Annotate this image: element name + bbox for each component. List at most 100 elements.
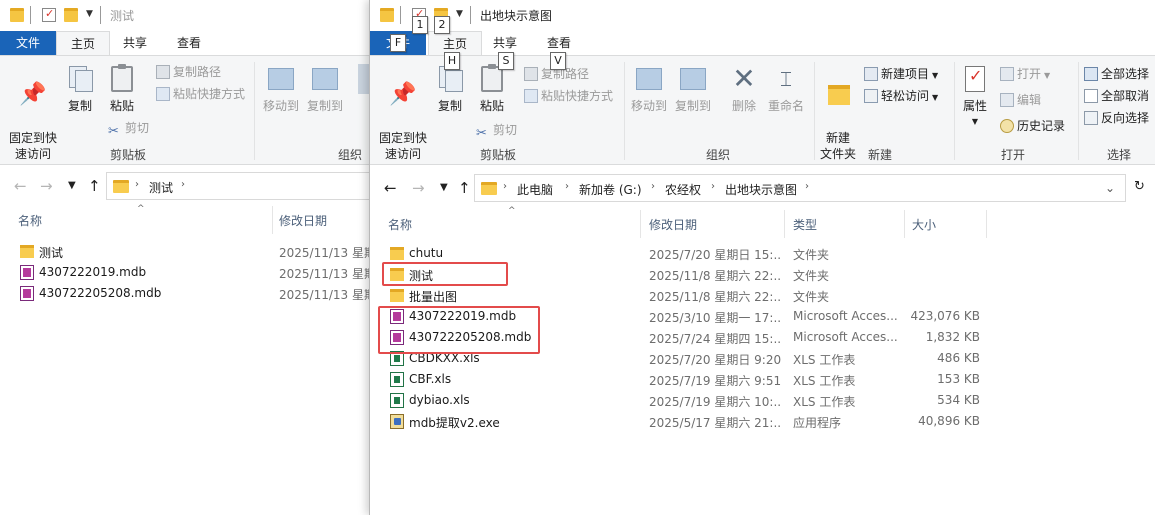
column-header-size[interactable]: 大小 (912, 216, 936, 233)
forward-button[interactable]: → (40, 177, 53, 195)
paste-button[interactable]: 粘贴 (104, 64, 140, 114)
new-folder-icon[interactable] (64, 8, 78, 22)
properties-icon[interactable] (42, 7, 56, 22)
copy-path-button[interactable]: 复制路径 (156, 62, 221, 82)
copy-to-button[interactable]: 复制到 (672, 64, 714, 114)
easy-access-button[interactable]: 轻松访问 ▼ (864, 86, 938, 106)
recent-locations-chevron-icon[interactable]: ▼ (440, 182, 448, 193)
select-none-button[interactable]: 全部取消 (1084, 86, 1149, 106)
list-item[interactable]: 4307222019.mdb 2025/11/13 星期 (0, 262, 371, 283)
address-bar[interactable]: › 测试 › (106, 172, 371, 200)
paste-icon (107, 64, 137, 94)
cut-label: 剪切 (493, 123, 518, 137)
history-button[interactable]: 历史记录 (1000, 116, 1065, 136)
column-divider[interactable] (784, 210, 785, 238)
file-type: 文件夹 (793, 290, 830, 304)
list-item[interactable]: dybiao.xls 2025/7/19 星期六 10:... XLS 工作表 534… (370, 390, 1155, 411)
list-item[interactable]: 430722205208.mdb 2025/11/13 星期 (0, 283, 371, 304)
breadcrumb-chevron-icon[interactable]: › (181, 179, 185, 190)
list-item[interactable]: 批量出图 2025/11/8 星期六 22:... 文件夹 (370, 285, 1155, 306)
cut-button[interactable]: ✂ 剪切 (108, 118, 149, 139)
breadcrumb-item[interactable]: 此电脑 (517, 181, 553, 198)
paste-shortcut-button[interactable]: 粘贴快捷方式 (156, 84, 245, 104)
refresh-button[interactable]: ↻ (1134, 179, 1145, 194)
title-bar: ▼ 出地块示意图 (370, 0, 1155, 30)
list-item[interactable]: 4307222019.mdb 2025/3/10 星期一 17:... Micros… (370, 306, 1155, 327)
file-type: 文件夹 (793, 269, 830, 283)
folder-icon (10, 8, 24, 22)
column-divider[interactable] (272, 206, 273, 234)
group-divider (624, 62, 625, 160)
open-button[interactable]: 打开 ▼ (1000, 64, 1050, 84)
breadcrumb-chevron-icon[interactable]: › (805, 181, 809, 192)
cut-button[interactable]: ✂ 剪切 (476, 120, 518, 141)
file-name: CBDKXX.xls (409, 351, 480, 365)
list-item[interactable]: CBF.xls 2025/7/19 星期六 9:51 XLS 工作表 153 KB (370, 369, 1155, 390)
copy-button[interactable]: 复制 (432, 64, 468, 114)
move-to-label: 移动到 (262, 99, 299, 113)
file-name: mdb提取v2.exe (409, 416, 500, 430)
breadcrumb-item[interactable]: 新加卷 (G:) (579, 181, 642, 198)
properties-button[interactable]: 属性 ▼ (958, 64, 992, 130)
address-bar[interactable]: › 此电脑 › 新加卷 (G:) › 农经权 › 出地块示意图 › ⌄ (474, 174, 1126, 202)
file-modified-date: 2025/7/19 星期六 10:... (649, 395, 781, 409)
qat-dropdown-icon[interactable]: ▼ (86, 9, 93, 19)
breadcrumb-item[interactable]: 出地块示意图 (725, 181, 797, 198)
select-all-button[interactable]: 全部选择 (1084, 64, 1149, 84)
column-divider[interactable] (904, 210, 905, 238)
list-item[interactable]: 测试 2025/11/8 星期六 22:... 文件夹 (370, 264, 1155, 285)
tab-view[interactable]: 查看 (162, 31, 216, 55)
column-divider[interactable] (640, 210, 641, 238)
file-modified-date: 2025/3/10 星期一 17:... (649, 311, 781, 325)
edit-button[interactable]: 编辑 (1000, 90, 1041, 110)
move-to-button[interactable]: 移动到 (628, 64, 670, 114)
tab-file[interactable]: 文件 (0, 31, 56, 55)
list-item[interactable]: 430722205208.mdb 2025/7/24 星期四 15:... Micr… (370, 327, 1155, 348)
breadcrumb-item[interactable]: 农经权 (665, 181, 701, 198)
breadcrumb-chevron-icon[interactable]: › (503, 181, 507, 192)
column-header-name[interactable]: 名称 (18, 212, 42, 229)
breadcrumb-chevron-icon[interactable]: › (135, 179, 139, 190)
new-folder-button[interactable]: 新建 文件夹 (816, 64, 860, 162)
back-button[interactable]: ← (14, 177, 27, 195)
breadcrumb-item[interactable]: 测试 (149, 179, 173, 196)
breadcrumb-chevron-icon[interactable]: › (565, 181, 569, 192)
column-header-name[interactable]: 名称 (388, 216, 412, 233)
list-item[interactable]: chutu 2025/7/20 星期日 15:... 文件夹 (370, 243, 1155, 264)
address-dropdown-chevron-icon[interactable]: ⌄ (1105, 181, 1115, 195)
qat-dropdown-icon[interactable]: ▼ (456, 9, 463, 19)
back-button[interactable]: ← (384, 179, 397, 197)
copy-path-icon (524, 67, 538, 81)
column-header-date[interactable]: 修改日期 (649, 216, 697, 233)
list-item[interactable]: mdb提取v2.exe 2025/5/17 星期六 21:... 应用程序 40,89… (370, 411, 1155, 432)
pin-quick-access-button[interactable]: 📌 固定到快 速访问 (376, 64, 430, 162)
tab-share[interactable]: 共享 (108, 31, 162, 55)
forward-button[interactable]: → (412, 179, 425, 197)
move-to-button[interactable]: 移动到 (260, 64, 302, 114)
breadcrumb-chevron-icon[interactable]: › (651, 181, 655, 192)
list-item[interactable]: CBDKXX.xls 2025/7/20 星期日 9:20 XLS 工作表 486 K… (370, 348, 1155, 369)
edit-label: 编辑 (1017, 93, 1042, 107)
up-button[interactable]: ↑ (458, 179, 471, 197)
tab-home[interactable]: 主页 (56, 31, 110, 56)
column-header-date[interactable]: 修改日期 (279, 212, 327, 229)
column-header-type[interactable]: 类型 (793, 216, 817, 233)
file-name: 批量出图 (409, 290, 458, 304)
new-item-button[interactable]: 新建项目 ▼ (864, 64, 938, 84)
copy-to-button[interactable]: 复制到 (304, 64, 346, 114)
rename-button[interactable]: ⌶ 重命名 (764, 64, 808, 114)
recent-locations-chevron-icon[interactable]: ▼ (68, 180, 76, 191)
column-divider[interactable] (986, 210, 987, 238)
breadcrumb-chevron-icon[interactable]: › (711, 181, 715, 192)
file-type: Microsoft Acces... (793, 330, 898, 344)
delete-button[interactable]: ✕ 删除 (724, 64, 764, 114)
edit-icon (1000, 93, 1014, 107)
paste-shortcut-button[interactable]: 粘贴快捷方式 (524, 86, 613, 106)
up-button[interactable]: ↑ (88, 177, 101, 195)
paste-button[interactable]: 粘贴 (474, 64, 510, 114)
copy-button[interactable]: 复制 (62, 64, 98, 114)
pin-quick-access-button[interactable]: 📌 固定到快 速访问 (6, 64, 60, 162)
list-item[interactable]: 测试 2025/11/13 星期 (0, 241, 371, 262)
invert-selection-button[interactable]: 反向选择 (1084, 108, 1149, 128)
file-modified-date: 2025/7/19 星期六 9:51 (649, 374, 781, 388)
